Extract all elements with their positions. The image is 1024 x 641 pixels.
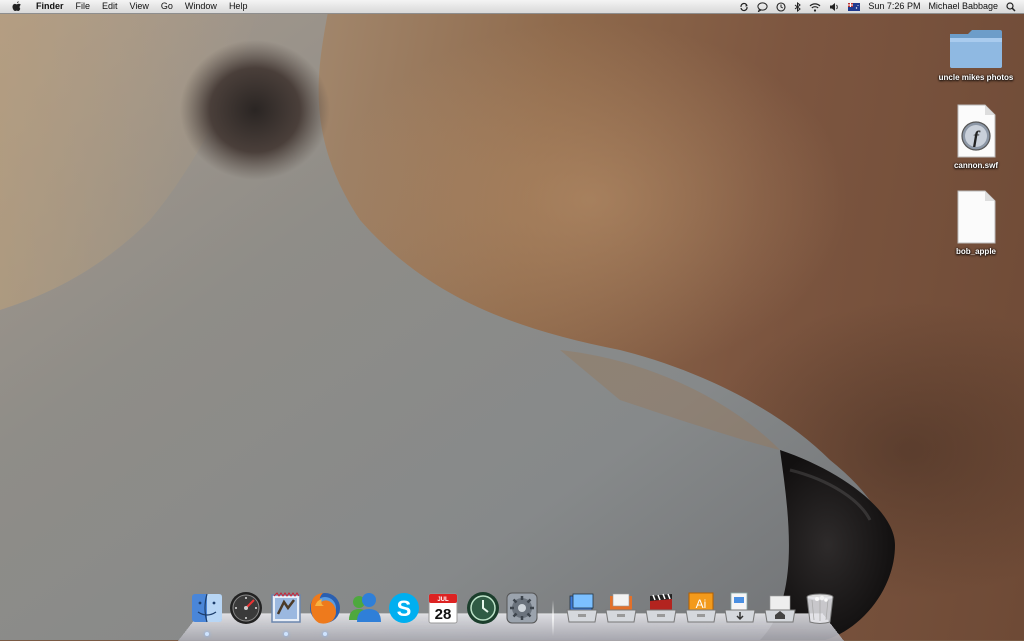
dock-ical[interactable]: JUL 28 (425, 590, 461, 626)
desktop-item-label: uncle mikes photos (938, 73, 1014, 82)
dock-skype[interactable]: S (386, 590, 422, 626)
calendar-icon: JUL 28 (428, 593, 458, 624)
movies-stack-icon (645, 593, 677, 623)
dock-messenger[interactable] (347, 590, 383, 626)
time-machine-icon[interactable] (776, 0, 786, 13)
desktop-item-label: cannon.swf (953, 161, 998, 170)
dock-stack-home[interactable] (762, 590, 798, 626)
home-stack-icon (764, 595, 796, 623)
blank-document-icon (957, 190, 996, 244)
documents-stack-icon (605, 593, 637, 623)
bluetooth-icon[interactable] (794, 0, 802, 13)
dock-mail[interactable] (268, 590, 304, 626)
desktop-item-folder[interactable]: uncle mikes photos (931, 26, 1021, 82)
wifi-icon[interactable] (809, 0, 821, 13)
apple-menu-icon[interactable] (12, 1, 24, 13)
messenger-icon (349, 593, 381, 622)
desktop-wallpaper (0, 0, 1024, 640)
calendar-month-label: JUL (437, 597, 449, 603)
folder-icon (950, 30, 1002, 68)
dock-firefox[interactable] (307, 590, 343, 626)
mail-icon (271, 592, 301, 623)
skype-icon: S (389, 593, 419, 623)
ichat-icon[interactable] (757, 0, 769, 13)
svg-text:S: S (397, 596, 412, 621)
dock-dashboard[interactable] (228, 590, 264, 626)
dock-stack-documents[interactable] (603, 590, 639, 626)
downloads-stack-icon (724, 592, 756, 623)
time-machine-app-icon (467, 592, 499, 624)
menu-go[interactable]: Go (155, 0, 179, 13)
trash-icon (806, 593, 834, 624)
spotlight-search-icon[interactable] (1006, 0, 1016, 13)
firefox-icon (310, 593, 340, 624)
dock-trash[interactable] (802, 590, 838, 626)
dock-stack-applications[interactable] (564, 590, 600, 626)
desktop-item-label: bob_apple (955, 247, 996, 256)
volume-icon[interactable] (829, 0, 840, 13)
illustrator-label: Ai (696, 597, 707, 611)
app-menu-finder[interactable]: Finder (32, 0, 70, 13)
applications-stack-icon (566, 593, 598, 623)
menu-file[interactable]: File (70, 0, 97, 13)
calendar-date-label: 28 (435, 606, 452, 623)
dog-snout-photo (0, 0, 895, 640)
finder-icon (192, 593, 222, 623)
menu-view[interactable]: View (124, 0, 155, 13)
user-name[interactable]: Michael Babbage (928, 0, 998, 13)
system-preferences-icon (506, 592, 538, 624)
dock-time-machine[interactable] (465, 590, 501, 626)
desktop-item-swf-file[interactable]: f cannon.swf (931, 104, 1021, 170)
dock-stack-movies[interactable] (643, 590, 679, 626)
dock-stack-downloads[interactable] (722, 590, 758, 626)
menu-clock[interactable]: Sun 7:26 PM (868, 0, 920, 13)
menu-bar: Finder File Edit View Go Window Help Sun… (0, 0, 1024, 14)
menu-help[interactable]: Help (223, 0, 254, 13)
input-flag-icon[interactable] (848, 0, 861, 13)
desktop-item-blank-file[interactable]: bob_apple (931, 190, 1021, 256)
illustrator-stack-icon: Ai (685, 592, 717, 623)
menu-edit[interactable]: Edit (96, 0, 124, 13)
dock-stack-illustrator[interactable]: Ai (683, 590, 719, 626)
dashboard-icon (230, 592, 262, 624)
sync-icon[interactable] (739, 0, 749, 13)
dock-finder[interactable] (189, 590, 225, 626)
menu-window[interactable]: Window (179, 0, 223, 13)
dock-system-preferences[interactable] (504, 590, 540, 626)
flash-file-icon: f (957, 104, 996, 158)
